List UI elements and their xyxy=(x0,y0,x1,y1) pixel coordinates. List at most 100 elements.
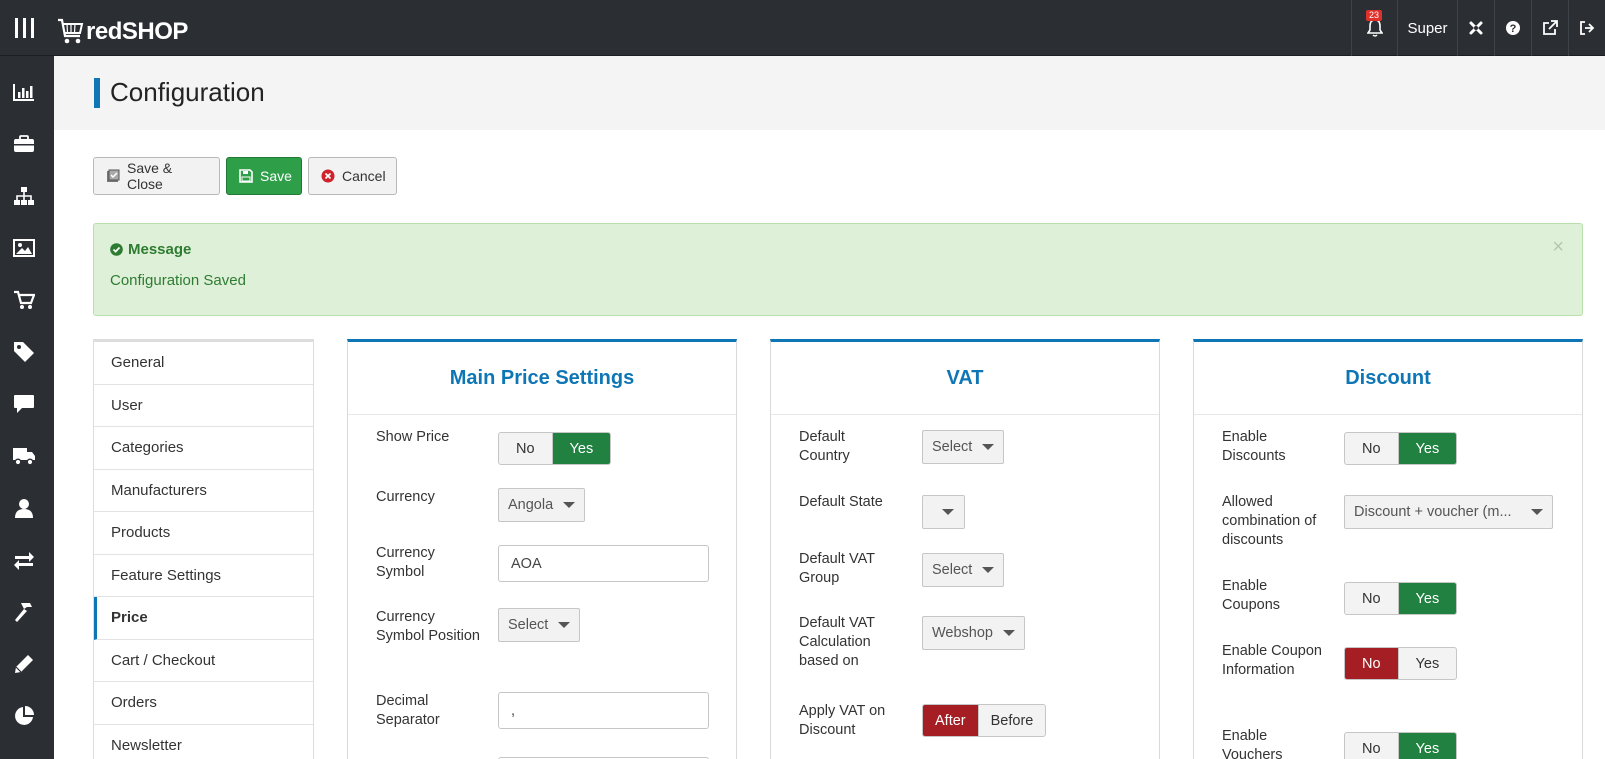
vat-title: VAT xyxy=(771,342,1159,415)
apply-vat-label: Apply VAT on Discount xyxy=(799,703,886,738)
tab-feature-settings[interactable]: Feature Settings xyxy=(94,555,313,597)
user-menu[interactable]: Super xyxy=(1397,0,1457,56)
logo-cart-icon xyxy=(58,18,84,44)
menu-icon[interactable] xyxy=(0,0,48,56)
decimal-separator-input[interactable]: , xyxy=(498,692,709,729)
save-button[interactable]: Save xyxy=(226,157,302,195)
pencil-icon[interactable] xyxy=(12,652,36,676)
currency-symbol-label: Currency Symbol xyxy=(376,545,435,580)
hammer-icon[interactable] xyxy=(12,600,36,624)
alert-close-button[interactable]: × xyxy=(1552,236,1564,259)
default-country-value: Select xyxy=(932,439,973,455)
logo-text: redSHOP xyxy=(86,18,188,45)
enable-vouchers-no[interactable]: No xyxy=(1345,733,1398,759)
logo[interactable]: redSHOP xyxy=(56,10,188,46)
success-alert: Message Configuration Saved × xyxy=(93,223,1583,316)
enable-coupons-label: Enable Coupons xyxy=(1222,578,1281,613)
tab-price[interactable]: Price xyxy=(94,597,313,640)
tab-user[interactable]: User xyxy=(94,385,313,427)
default-vat-group-select[interactable]: Select xyxy=(922,553,1005,587)
tab-cart-checkout[interactable]: Cart / Checkout xyxy=(94,640,313,682)
tab-orders[interactable]: Orders xyxy=(94,682,313,725)
default-vat-group-value: Select xyxy=(932,562,973,578)
vat-calc-select[interactable]: Webshop xyxy=(922,616,1025,650)
enable-coupon-info-label: Enable Coupon Information xyxy=(1222,643,1322,678)
enable-discounts-label: Enable Discounts xyxy=(1222,429,1286,464)
comment-icon[interactable] xyxy=(12,392,36,416)
truck-icon[interactable] xyxy=(12,444,36,468)
tag-icon[interactable] xyxy=(12,340,36,364)
save-label: Save xyxy=(260,168,292,184)
pie-chart-icon[interactable] xyxy=(12,704,36,728)
logout-button[interactable] xyxy=(1568,0,1605,56)
enable-vouchers-yes[interactable]: Yes xyxy=(1397,733,1457,759)
cart-icon[interactable] xyxy=(12,288,36,312)
vat-panel: VAT Default Country Select Default State… xyxy=(770,339,1160,759)
user-icon[interactable] xyxy=(12,496,36,520)
enable-coupon-info-toggle: No Yes xyxy=(1344,647,1458,680)
discount-panel: Discount Enable Discounts No Yes Allowed… xyxy=(1193,339,1583,759)
currency-select[interactable]: Angola xyxy=(498,488,586,522)
sitemap-icon[interactable] xyxy=(12,184,36,208)
allowed-combination-select[interactable]: Discount + voucher (m... xyxy=(1344,495,1553,529)
show-price-toggle: No Yes xyxy=(498,432,612,465)
bell-icon xyxy=(1366,19,1383,37)
show-price-no[interactable]: No xyxy=(499,433,552,464)
default-state-select[interactable] xyxy=(922,495,965,529)
page-header: Configuration xyxy=(54,56,1605,130)
chart-bar-icon[interactable] xyxy=(12,80,36,104)
joomla-button[interactable] xyxy=(1457,0,1494,56)
default-vat-group-label: Default VAT Group xyxy=(799,551,875,586)
notifications-button[interactable]: 23 xyxy=(1351,0,1397,56)
top-bar: redSHOP 23 Super ? xyxy=(0,0,1605,56)
apply-vat-toggle: After Before xyxy=(922,704,1047,737)
exchange-icon[interactable] xyxy=(12,548,36,572)
enable-coupon-info-yes[interactable]: Yes xyxy=(1397,648,1457,679)
help-button[interactable]: ? xyxy=(1494,0,1531,56)
tab-manufacturers[interactable]: Manufacturers xyxy=(94,470,313,512)
enable-coupon-info-no[interactable]: No xyxy=(1345,648,1398,679)
default-country-select[interactable]: Select xyxy=(922,430,1005,464)
symbol-position-value: Select xyxy=(508,617,549,633)
chevron-down-icon xyxy=(558,622,571,628)
enable-coupons-no[interactable]: No xyxy=(1345,583,1398,614)
save-close-button[interactable]: Save & Close xyxy=(93,157,220,195)
default-country-label: Default Country xyxy=(799,429,850,464)
chevron-down-icon xyxy=(1003,630,1015,636)
enable-discounts-no[interactable]: No xyxy=(1345,433,1398,464)
vat-calc-label: Default VAT Calculation based on xyxy=(799,615,875,669)
tab-products[interactable]: Products xyxy=(94,512,313,555)
sidebar xyxy=(0,56,54,759)
save-close-icon xyxy=(106,169,120,183)
currency-symbol-input[interactable]: AOA xyxy=(498,545,709,582)
tab-newsletter[interactable]: Newsletter xyxy=(94,725,313,759)
tab-categories[interactable]: Categories xyxy=(94,427,313,470)
cancel-button[interactable]: Cancel xyxy=(308,157,397,195)
cancel-icon xyxy=(321,169,335,183)
show-price-yes[interactable]: Yes xyxy=(551,433,611,464)
vat-calc-value: Webshop xyxy=(932,625,993,641)
alert-title: Message xyxy=(128,241,192,258)
save-close-label: Save & Close xyxy=(127,160,173,192)
allowed-combination-label: Allowed combination of discounts xyxy=(1222,494,1317,548)
enable-vouchers-label: Enable Vouchers xyxy=(1222,728,1283,759)
external-link-button[interactable] xyxy=(1531,0,1568,56)
chevron-down-icon xyxy=(563,502,576,508)
chevron-down-icon xyxy=(982,567,995,573)
currency-label: Currency xyxy=(376,489,435,505)
apply-vat-before[interactable]: Before xyxy=(977,705,1046,736)
chevron-down-icon xyxy=(1531,509,1543,515)
apply-vat-after[interactable]: After xyxy=(923,705,978,736)
currency-value: Angola xyxy=(508,497,554,513)
enable-coupons-toggle: No Yes xyxy=(1344,582,1458,615)
image-icon[interactable] xyxy=(12,236,36,260)
cancel-label: Cancel xyxy=(342,168,386,184)
enable-coupons-yes[interactable]: Yes xyxy=(1397,583,1457,614)
decimal-separator-label: Decimal Separator xyxy=(376,693,440,728)
config-tab-nav: General User Categories Manufacturers Pr… xyxy=(93,339,314,759)
symbol-position-select[interactable]: Select xyxy=(498,608,581,642)
enable-discounts-yes[interactable]: Yes xyxy=(1397,433,1457,464)
tab-general[interactable]: General xyxy=(94,342,313,385)
briefcase-icon[interactable] xyxy=(12,132,36,156)
svg-text:?: ? xyxy=(1510,23,1517,35)
